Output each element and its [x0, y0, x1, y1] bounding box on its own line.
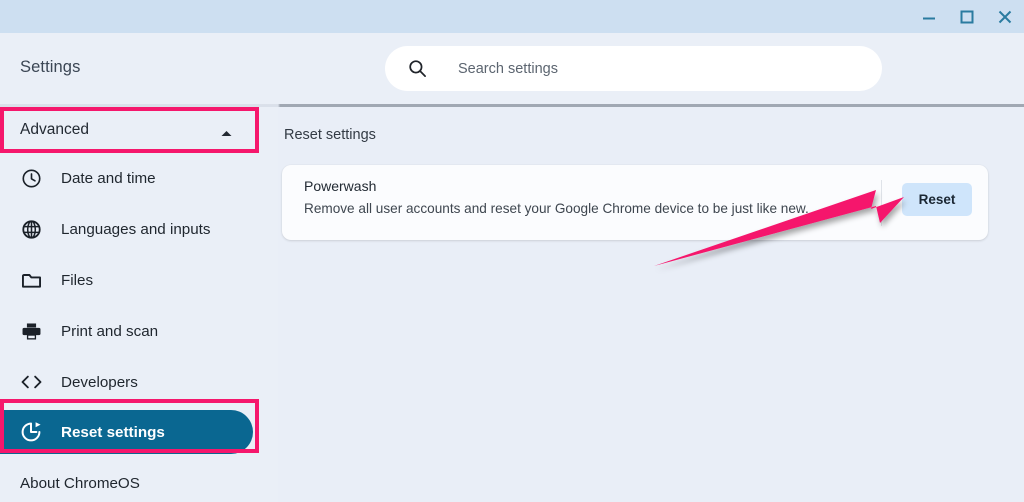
sidebar-item-files[interactable]: Files [0, 258, 257, 302]
minimize-icon[interactable] [910, 0, 948, 33]
search-input[interactable]: Search settings [385, 46, 882, 91]
sidebar-item-label: Date and time [61, 169, 156, 187]
search-icon [407, 59, 427, 79]
sidebar-item-reset-settings[interactable]: Reset settings [0, 410, 253, 454]
sidebar-item-developers[interactable]: Developers [0, 360, 257, 404]
settings-header: Settings Search settings [0, 33, 1024, 105]
powerwash-title: Powerwash [304, 178, 377, 194]
maximize-icon[interactable] [948, 0, 986, 33]
sidebar-item-label: Files [61, 271, 94, 289]
printer-icon [18, 319, 44, 343]
sidebar-item-label: Reset settings [61, 423, 165, 441]
sidebar-item-languages-and-inputs[interactable]: Languages and inputs [0, 207, 257, 251]
sidebar-item-print-and-scan[interactable]: Print and scan [0, 309, 257, 353]
card-divider [881, 180, 882, 226]
sidebar-item-label: Print and scan [61, 322, 159, 340]
settings-window: Settings Search settings Advanced Date a… [0, 0, 1024, 502]
clock-icon [18, 166, 44, 190]
main-content: Reset settings Powerwash Remove all user… [278, 107, 1024, 502]
section-title: Reset settings [284, 127, 376, 143]
sidebar-item-about-chromeos[interactable]: About ChromeOS [20, 475, 140, 492]
sidebar-item-label: Developers [61, 373, 138, 391]
powerwash-card: Powerwash Remove all user accounts and r… [282, 165, 988, 240]
search-placeholder: Search settings [458, 60, 558, 77]
powerwash-description: Remove all user accounts and reset your … [304, 201, 809, 216]
sidebar-section-advanced[interactable]: Advanced [0, 108, 257, 152]
reset-button[interactable]: Reset [902, 183, 972, 216]
sidebar-advanced-label: Advanced [20, 121, 89, 138]
window-titlebar [0, 0, 1024, 33]
sidebar-item-date-and-time[interactable]: Date and time [0, 156, 257, 200]
globe-icon [18, 217, 44, 241]
page-title: Settings [20, 58, 81, 76]
folder-icon [18, 268, 44, 292]
restore-icon [18, 420, 44, 444]
settings-sidebar: Advanced Date and time Languages and inp… [0, 107, 278, 502]
sidebar-item-label: Languages and inputs [61, 220, 211, 238]
code-brackets-icon [18, 370, 44, 394]
chevron-up-icon[interactable] [220, 125, 233, 143]
close-icon[interactable] [986, 0, 1024, 33]
